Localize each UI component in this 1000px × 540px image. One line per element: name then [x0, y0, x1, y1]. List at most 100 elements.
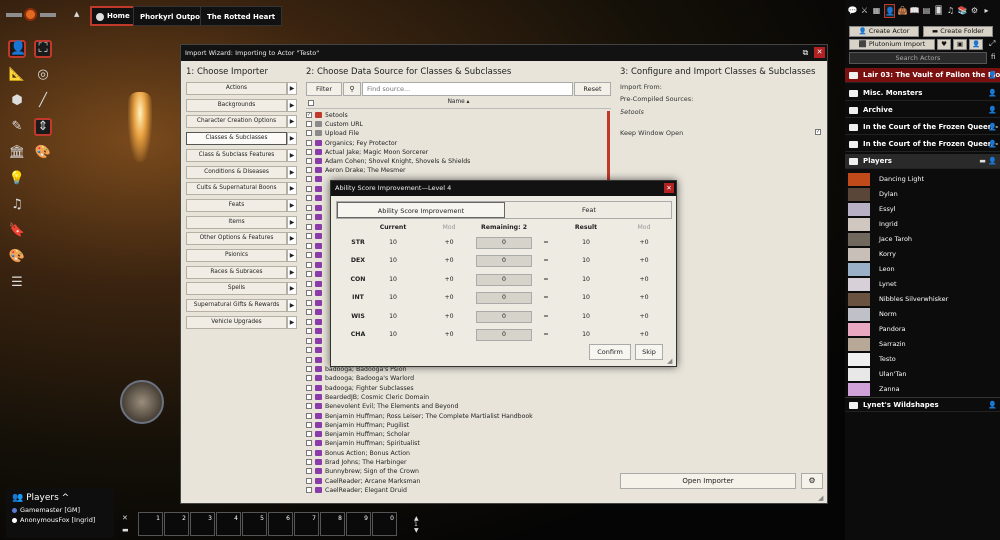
confirm-button[interactable]: Confirm — [589, 344, 631, 360]
importer-button[interactable]: Supernatural Gifts & Rewards — [186, 299, 287, 313]
importer-open-arrow-icon[interactable]: ▶ — [287, 82, 297, 95]
plutonium-import-button[interactable]: ⬛ Plutonium Import — [849, 39, 935, 50]
source-checkbox[interactable] — [306, 356, 312, 363]
scene-tab-home[interactable]: Home — [90, 6, 138, 26]
source-checkbox[interactable] — [306, 393, 312, 400]
importer-button[interactable]: Feats — [186, 198, 287, 212]
importer-button[interactable]: Vehicle Upgrades — [186, 315, 287, 329]
source-checkbox[interactable] — [306, 440, 312, 447]
ruler-icon[interactable]: ╱ — [34, 92, 52, 110]
hotbar-slot[interactable]: 7 — [294, 512, 319, 536]
create-actor-button[interactable]: 👤 Create Actor — [849, 26, 919, 37]
character-token[interactable] — [120, 380, 164, 424]
importer-button[interactable]: Class & Subclass Features — [186, 148, 287, 162]
source-row[interactable]: CaelReader; Elegant Druid — [306, 486, 606, 495]
reset-button[interactable]: Reset — [574, 82, 611, 96]
sidebar-folder-players[interactable]: Players ▬ 👤 — [845, 154, 1000, 169]
source-checkbox[interactable] — [306, 139, 312, 146]
user-settings-button[interactable]: 👤 — [969, 39, 983, 50]
importer-open-arrow-icon[interactable]: ▶ — [287, 182, 297, 196]
players-header[interactable]: 👥 Players ^ — [12, 491, 108, 505]
source-row[interactable]: Upload File — [306, 130, 606, 138]
skip-button[interactable]: Skip — [635, 344, 663, 360]
source-checkbox[interactable] — [306, 233, 312, 239]
select-all-checkbox[interactable] — [308, 100, 314, 106]
sidebar-folder[interactable]: In the Court of the Frozen Queen - 👤 — [845, 137, 1000, 152]
actor-entry[interactable]: Dylan — [845, 187, 1000, 202]
close-icon[interactable]: ✕ — [664, 183, 674, 193]
source-checkbox[interactable] — [306, 195, 312, 201]
actor-entry[interactable]: Nibbles Silverwhisker — [845, 292, 1000, 307]
importer-open-arrow-icon[interactable]: ▶ — [287, 215, 297, 229]
actor-entry[interactable]: Leon — [845, 262, 1000, 277]
walls-icon[interactable]: 🏛 — [8, 144, 26, 162]
source-checkbox[interactable] — [306, 375, 312, 382]
source-row[interactable]: BeardedJB; Cosmic Cleric Domain — [306, 393, 606, 402]
sidebar-folder[interactable]: Lair 03: The Vault of Pallon the Pio 👤 — [845, 68, 1000, 83]
actors-icon[interactable]: 👤 — [884, 4, 895, 18]
lighting-icon[interactable]: 💡 — [8, 170, 26, 188]
actor-entry[interactable]: Zanna — [845, 382, 1000, 397]
source-checkbox[interactable] — [306, 421, 312, 428]
source-checkbox[interactable] — [306, 318, 312, 325]
source-row[interactable]: Aeron Drake; The Mesmer — [306, 167, 606, 175]
hotbar-slot[interactable]: 2 — [164, 512, 189, 536]
source-checkbox[interactable] — [306, 148, 312, 155]
source-row[interactable]: 5etools — [306, 112, 606, 120]
source-checkbox[interactable] — [306, 384, 312, 391]
cards-icon[interactable]: 🂠 — [933, 4, 944, 18]
importer-open-arrow-icon[interactable]: ▶ — [287, 232, 297, 246]
sidebar-collapse-icon[interactable]: ▸ — [981, 4, 992, 18]
importer-button[interactable]: Character Creation Options — [186, 115, 287, 129]
favorite-button[interactable]: ♥ — [937, 39, 951, 50]
dialog-header[interactable]: Ability Score Improvement—Level 4 ✕ — [331, 181, 676, 196]
ability-increase-input[interactable]: 0 — [476, 329, 532, 341]
importer-button[interactable]: Races & Subraces — [186, 265, 287, 279]
journal-icon[interactable]: 📖 — [909, 4, 920, 18]
importer-open-arrow-icon[interactable]: ▶ — [287, 148, 297, 162]
source-checkbox[interactable] — [306, 431, 312, 438]
hotbar-slot[interactable]: 6 — [268, 512, 293, 536]
importer-open-arrow-icon[interactable]: ▶ — [287, 198, 297, 212]
ability-increase-input[interactable]: 0 — [476, 310, 532, 323]
source-row[interactable]: Benjamin Huffman; Scholar — [306, 431, 606, 439]
macro-menu-icon[interactable]: ✕ — [122, 514, 128, 522]
source-row[interactable]: badooga; Badooga's Psion — [306, 366, 606, 374]
draw-icon[interactable]: ✎ — [8, 118, 26, 136]
tab-feat[interactable]: Feat — [507, 202, 671, 218]
filter-button[interactable]: Filter — [306, 82, 342, 96]
sidebar-folder-wildshapes[interactable]: Lynet's Wildshapes 👤 — [845, 397, 1000, 412]
importer-open-arrow-icon[interactable]: ▶ — [287, 265, 297, 279]
ability-increase-input[interactable]: 0 — [476, 237, 532, 249]
source-checkbox[interactable] — [306, 261, 312, 268]
popout-icon[interactable]: ⧉ — [800, 47, 811, 58]
importer-button[interactable]: Other Options & Features — [186, 232, 287, 246]
art-icon[interactable]: 🎨 — [8, 248, 26, 266]
source-checkbox[interactable] — [306, 242, 312, 249]
source-checkbox[interactable] — [306, 185, 312, 192]
source-checkbox[interactable] — [306, 271, 312, 277]
actor-entry[interactable]: Essyl — [845, 202, 1000, 217]
actor-entry[interactable]: Norm — [845, 307, 1000, 322]
chat-icon[interactable]: 💬 — [847, 4, 858, 18]
importer-open-arrow-icon[interactable]: ▶ — [287, 132, 297, 146]
source-checkbox[interactable] — [306, 252, 312, 258]
hotbar-slot[interactable]: 8 — [320, 512, 345, 536]
close-icon[interactable]: ✕ — [814, 47, 825, 58]
combat-icon[interactable]: ⚔ — [859, 4, 870, 18]
actor-entry[interactable]: Lynet — [845, 277, 1000, 292]
importer-open-arrow-icon[interactable]: ▶ — [287, 165, 297, 179]
importer-button[interactable]: Backgrounds — [186, 98, 287, 112]
palette-icon[interactable]: 🎨 — [34, 144, 52, 162]
source-row[interactable]: Custom URL — [306, 121, 606, 129]
target-icon[interactable]: ◎ — [34, 66, 52, 84]
source-checkbox[interactable] — [306, 158, 312, 164]
macro-folder-icon[interactable]: ▬ — [122, 526, 129, 534]
hotbar-page-control[interactable]: ▲ 1 ▼ — [414, 516, 419, 534]
ability-increase-input[interactable]: 0 — [476, 273, 532, 286]
create-folder-button[interactable]: ▬ Create Folder — [923, 26, 993, 37]
tab-ability-score-improvement[interactable]: Ability Score Improvement — [337, 202, 505, 218]
source-row[interactable]: Brad Johns; The Harbinger — [306, 459, 606, 467]
compendium-icon[interactable]: 📚 — [957, 4, 968, 18]
source-checkbox[interactable] — [306, 337, 312, 344]
